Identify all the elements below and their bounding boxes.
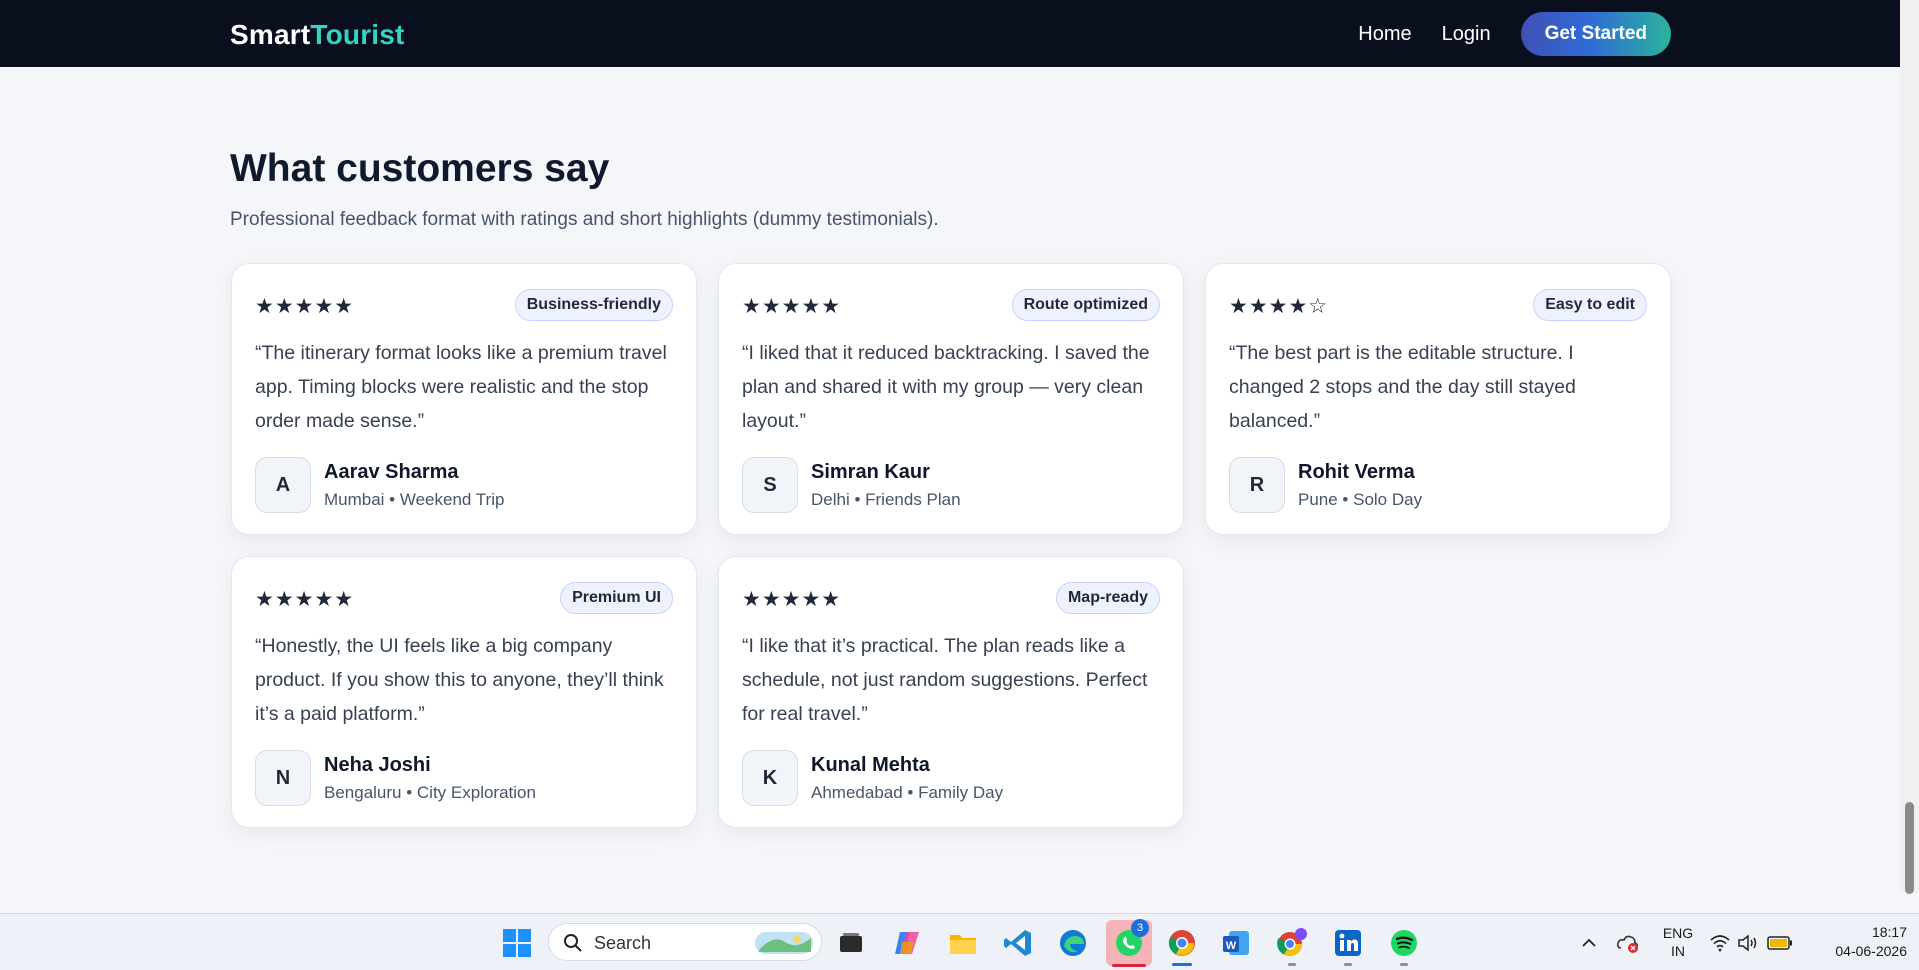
testimonial-quote: “I like that it’s practical. The plan re… — [742, 635, 1148, 725]
clock-time: 18:17 — [1871, 924, 1907, 940]
active-indicator — [1172, 963, 1192, 966]
battery-icon[interactable] — [1765, 925, 1795, 961]
highlight-badge: Map-ready — [1055, 582, 1160, 614]
language-code: ENG — [1662, 925, 1694, 941]
section-title: What customers say — [230, 147, 610, 190]
avatar: A — [255, 457, 311, 513]
spotify-icon[interactable] — [1386, 925, 1422, 966]
cloud-error-icon[interactable] — [1610, 925, 1646, 961]
highlight-badge: Route optimized — [1011, 289, 1160, 321]
testimonial-card: ★★★★★ Route optimized “I liked that it r… — [718, 263, 1184, 535]
brand-text-smart: Smart — [230, 19, 311, 50]
running-indicator — [1344, 963, 1352, 966]
search-icon — [564, 934, 582, 952]
author-name: Kunal Mehta — [811, 754, 930, 776]
author-meta: Ahmedabad • Family Day — [811, 783, 1004, 802]
notification-badge: 3 — [1131, 919, 1149, 937]
nav-links: Home Login Get Started — [1358, 12, 1671, 56]
clock-date: 04-06-2026 — [1835, 943, 1907, 959]
star-rating: ★★★★★ — [255, 588, 355, 611]
volume-icon[interactable] — [1735, 925, 1761, 961]
whatsapp-icon[interactable]: 3 — [1106, 919, 1152, 967]
highlight-badge: Business-friendly — [514, 289, 673, 321]
vscode-icon[interactable] — [1000, 925, 1036, 961]
file-explorer-icon[interactable] — [945, 925, 981, 961]
avatar: N — [255, 750, 311, 806]
testimonial-quote: “The best part is the editable structure… — [1229, 342, 1576, 432]
top-navbar: SmartTourist Home Login Get Started — [0, 0, 1900, 67]
wifi-icon[interactable] — [1707, 925, 1733, 961]
author-meta: Mumbai • Weekend Trip — [324, 490, 505, 509]
get-started-button[interactable]: Get Started — [1520, 12, 1671, 56]
region-code: IN — [1671, 943, 1685, 959]
chevron-up-icon[interactable] — [1571, 925, 1607, 961]
testimonials-section: What customers say Professional feedback… — [0, 67, 1900, 893]
author-name: Neha Joshi — [324, 754, 431, 776]
author-name: Rohit Verma — [1298, 461, 1415, 483]
nav-home-link[interactable]: Home — [1358, 23, 1411, 46]
testimonial-card: ★★★★★ Business-friendly “The itinerary f… — [231, 263, 697, 535]
scrollbar-thumb[interactable] — [1905, 802, 1914, 894]
testimonial-card: ★★★★★ Premium UI “Honestly, the UI feels… — [231, 556, 697, 828]
svg-text:W: W — [1226, 940, 1237, 952]
word-icon[interactable]: W — [1218, 925, 1254, 961]
nav-login-link[interactable]: Login — [1442, 23, 1491, 46]
highlight-badge: Easy to edit — [1533, 289, 1647, 321]
star-rating: ★★★★★ — [742, 588, 842, 611]
star-rating: ★★★★★ — [255, 295, 355, 318]
testimonial-card: ★★★★★ Map-ready “I like that it’s practi… — [718, 556, 1184, 828]
active-indicator — [1112, 964, 1146, 967]
search-highlight-icon — [755, 932, 813, 954]
testimonial-card: ★★★★☆ Easy to edit “The best part is the… — [1205, 263, 1671, 535]
chrome-icon[interactable] — [1164, 925, 1200, 966]
author-meta: Bengaluru • City Exploration — [324, 783, 536, 802]
taskbar-search-box[interactable]: Search — [548, 923, 822, 961]
running-indicator — [1400, 963, 1408, 966]
testimonial-quote: “The itinerary format looks like a premi… — [255, 342, 667, 432]
author-name: Aarav Sharma — [324, 461, 459, 483]
chrome-profile-icon[interactable] — [1274, 925, 1310, 966]
edge-icon[interactable] — [1055, 925, 1091, 961]
author-name: Simran Kaur — [811, 461, 930, 483]
linkedin-icon[interactable] — [1330, 925, 1366, 966]
highlight-badge: Premium UI — [560, 582, 673, 614]
language-indicator[interactable]: ENG IN — [1660, 924, 1696, 960]
testimonial-quote: “Honestly, the UI feels like a big compa… — [255, 635, 664, 725]
star-rating: ★★★★★ — [742, 295, 842, 318]
star-rating: ★★★★☆ — [1229, 295, 1329, 318]
copilot-icon[interactable] — [889, 925, 925, 961]
section-subtitle: Professional feedback format with rating… — [230, 209, 939, 230]
avatar: K — [742, 750, 798, 806]
author-meta: Delhi • Friends Plan — [811, 490, 961, 509]
running-indicator — [1288, 963, 1296, 966]
author-meta: Pune • Solo Day — [1298, 490, 1423, 509]
windows-start-icon[interactable] — [499, 925, 535, 961]
brand-text-tourist: Tourist — [310, 19, 405, 50]
avatar: R — [1229, 457, 1285, 513]
task-view-icon[interactable] — [833, 925, 869, 961]
search-placeholder: Search — [594, 933, 652, 953]
testimonial-quote: “I liked that it reduced backtracking. I… — [742, 342, 1150, 432]
clock[interactable]: 18:17 04-06-2026 — [1813, 923, 1907, 961]
brand-logo[interactable]: SmartTourist — [230, 19, 405, 51]
windows-taskbar: Search 3 W ENG IN 18:17 04-06-2026 — [0, 913, 1919, 970]
avatar: S — [742, 457, 798, 513]
page-scrollbar[interactable] — [1900, 0, 1919, 894]
